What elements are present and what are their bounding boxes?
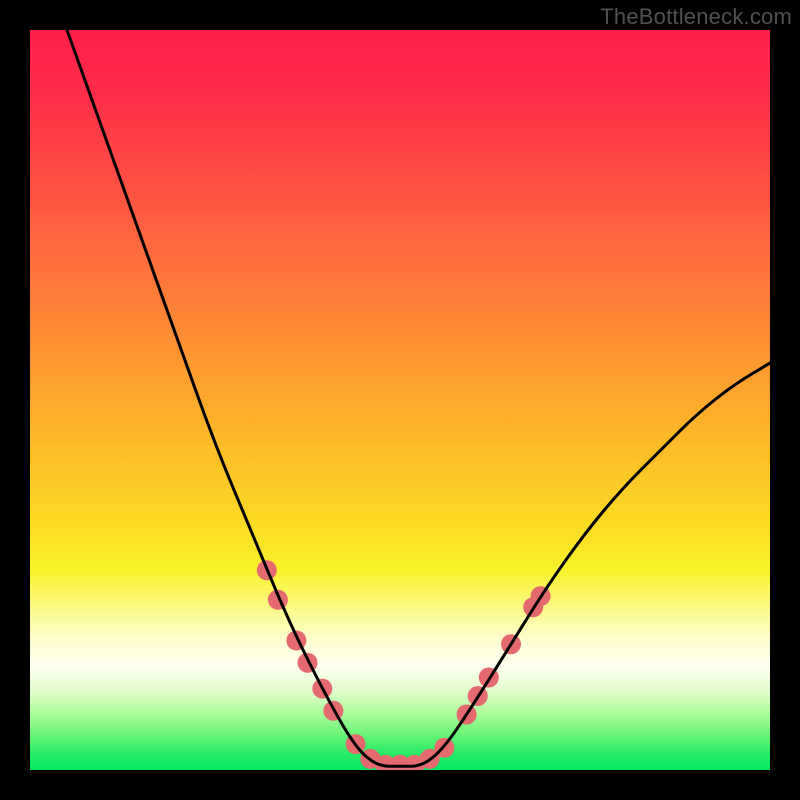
- chart-frame: TheBottleneck.com: [0, 0, 800, 800]
- plot-area: [30, 30, 770, 770]
- bottleneck-svg: [30, 30, 770, 770]
- bottleneck-curve: [67, 30, 770, 766]
- watermark-text: TheBottleneck.com: [600, 4, 792, 30]
- marker-group: [257, 560, 551, 770]
